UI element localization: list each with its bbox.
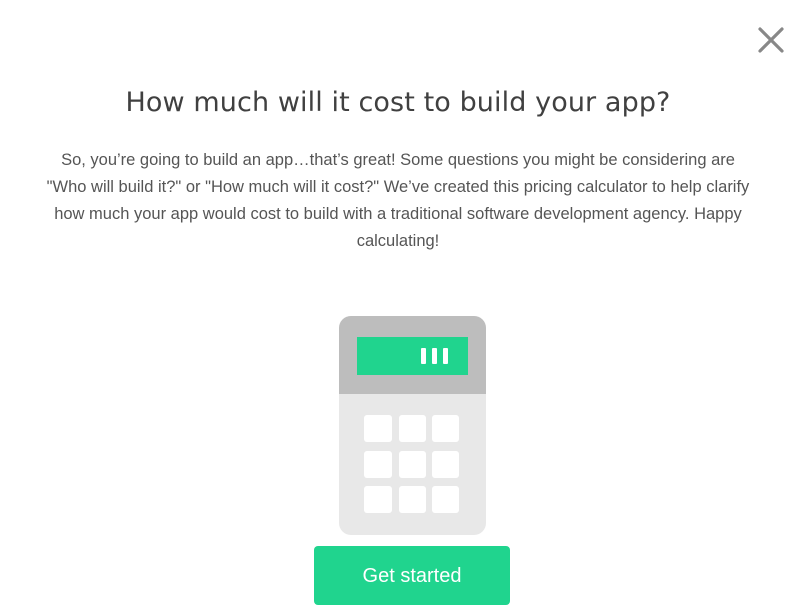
modal-title: How much will it cost to build your app? xyxy=(125,87,671,118)
modal-description: So, you’re going to build an app…that’s … xyxy=(46,151,750,250)
get-started-button[interactable]: Get started xyxy=(314,546,510,605)
close-icon xyxy=(758,27,784,53)
close-button[interactable] xyxy=(753,22,789,58)
calculator-icon xyxy=(339,316,486,535)
pricing-calculator-modal: How much will it cost to build your app?… xyxy=(0,0,796,605)
